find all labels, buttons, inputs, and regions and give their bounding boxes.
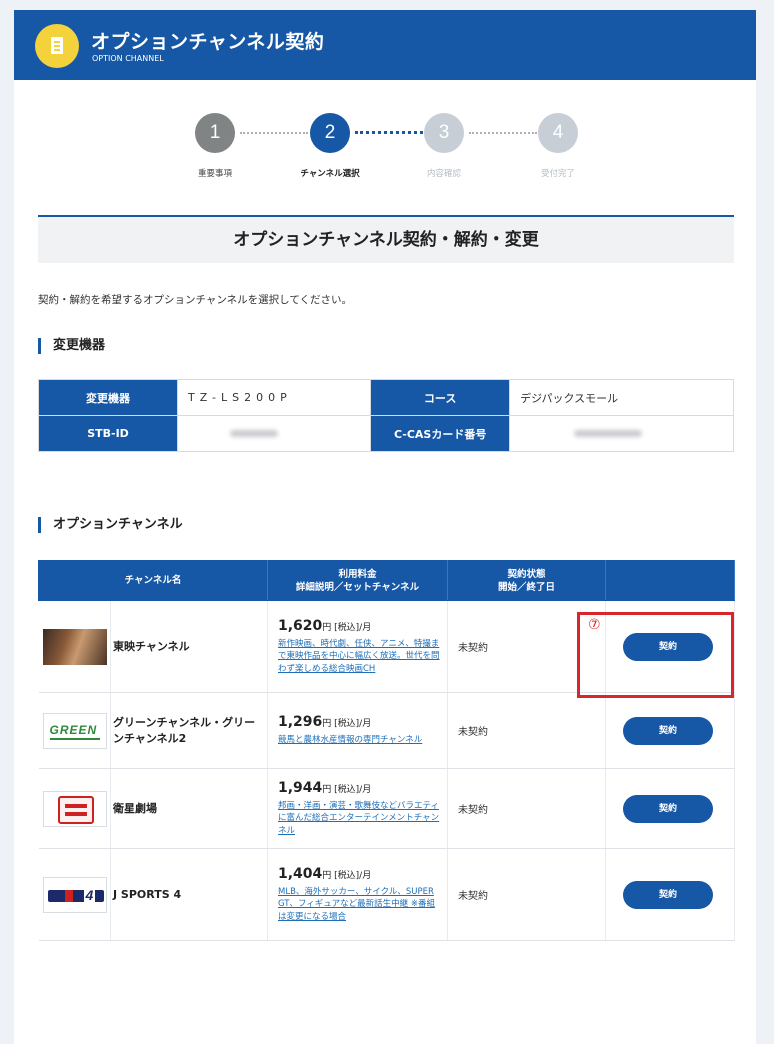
document-icon xyxy=(35,24,79,68)
price-unit: 円 [税込]/月 xyxy=(322,784,372,795)
instruction-text: 契約・解約を希望するオプションチャンネルを選択してください。 xyxy=(38,294,353,306)
contract-button[interactable]: 契約 xyxy=(623,880,713,909)
course-label: コース xyxy=(370,379,511,416)
progress-steps: 1 2 3 4 重要事項 チャンネル選択 内容確認 受付完了 xyxy=(14,113,756,183)
device-label: 変更機器 xyxy=(38,379,178,416)
channel-description-link[interactable]: 競馬と農林水産情報の専門チャンネル xyxy=(278,734,443,747)
green-channel-logo: GREEN xyxy=(42,712,107,749)
page-title-box: オプションチャンネル契約・解約・変更 xyxy=(38,215,734,263)
toei-channel-logo xyxy=(42,628,107,665)
channel-name: グリーンチャンネル・グリーンチャンネル2 xyxy=(113,715,256,745)
step-1-label: 重要事項 xyxy=(197,169,232,179)
price-unit: 円 [税込]/月 xyxy=(322,622,372,633)
col-status: 契約状態 開始／終了日 xyxy=(447,560,606,601)
table-row: 衛星劇場 1,944円 [税込]/月邦画・洋画・演芸・歌舞伎などバラエティに富ん… xyxy=(38,768,735,849)
col-channel-name: チャンネル名 xyxy=(38,560,268,601)
header-subtitle: OPTION CHANNEL xyxy=(92,54,164,63)
action-cell: 契約 xyxy=(605,600,735,693)
col-action xyxy=(605,560,735,601)
main-card: オプションチャンネル契約 OPTION CHANNEL 1 2 3 4 重要事項… xyxy=(14,10,756,1044)
device-value: TZ-LS200P xyxy=(176,379,372,416)
channel-name-cell: 東映チャンネル xyxy=(110,600,268,693)
channel-description-link[interactable]: MLB、海外サッカー、サイクル、SUPER GT、フィギュアなど最新話生中継 ※… xyxy=(278,886,443,924)
price-unit: 円 [税込]/月 xyxy=(322,870,372,881)
j-sports-logo-number: 4 xyxy=(83,886,96,903)
col-fee-line1: 利用料金 xyxy=(338,568,377,580)
step-2-circle: 2 xyxy=(310,113,350,153)
logo-cell xyxy=(38,600,111,693)
contract-status: 未契約 xyxy=(447,600,606,693)
channel-name: J SPORTS 4 xyxy=(113,887,182,901)
channel-name: 衛星劇場 xyxy=(113,801,157,815)
contract-status: 未契約 xyxy=(447,692,606,769)
device-table: 変更機器 TZ-LS200P コース デジパックスモール STB-ID C-CA… xyxy=(38,379,734,452)
action-cell: 契約 xyxy=(605,848,735,941)
col-status-line2: 開始／終了日 xyxy=(497,581,555,593)
j-sports-4-logo: 4 xyxy=(42,876,107,913)
stb-id-value xyxy=(176,415,372,452)
device-row: STB-ID C-CASカード番号 xyxy=(38,415,734,452)
channel-name-cell: 衛星劇場 xyxy=(110,768,268,849)
contract-button[interactable]: 契約 xyxy=(623,794,713,823)
channel-table-header: チャンネル名 利用料金 詳細説明／セットチャンネル 契約状態 開始／終了日 xyxy=(38,560,735,601)
step-connector xyxy=(469,132,537,134)
step-connector xyxy=(355,131,423,134)
price-cell: 1,944円 [税込]/月邦画・洋画・演芸・歌舞伎などバラエティに富んだ総合エン… xyxy=(267,768,448,849)
redacted-value xyxy=(230,430,278,437)
channel-section-heading: オプションチャンネル xyxy=(38,517,183,533)
eisei-gekijo-logo xyxy=(42,790,107,827)
price-unit: 円 [税込]/月 xyxy=(322,719,372,730)
step-4-circle: 4 xyxy=(538,113,578,153)
step-3-circle: 3 xyxy=(424,113,464,153)
price-amount: 1,404 xyxy=(278,865,323,882)
price-amount: 1,944 xyxy=(278,779,323,796)
channel-name-cell: グリーンチャンネル・グリーンチャンネル2 xyxy=(110,692,268,769)
step-2-label: チャンネル選択 xyxy=(300,169,360,179)
channel-description-link[interactable]: 邦画・洋画・演芸・歌舞伎などバラエティに富んだ総合エンターテインメントチャンネル xyxy=(278,800,443,838)
price-cell: 1,296円 [税込]/月競馬と農林水産情報の専門チャンネル xyxy=(267,692,448,769)
price-cell: 1,620円 [税込]/月新作映画、時代劇、任侠、アニメ、特撮まで東映作品を中心… xyxy=(267,600,448,693)
logo-cell: 4 xyxy=(38,848,111,941)
device-row: 変更機器 TZ-LS200P コース デジパックスモール xyxy=(38,379,734,416)
channel-name-cell: J SPORTS 4 xyxy=(110,848,268,941)
device-section-heading: 変更機器 xyxy=(38,338,105,354)
logo-cell xyxy=(38,768,111,849)
logo-cell: GREEN xyxy=(38,692,111,769)
green-logo-line xyxy=(49,737,100,740)
channel-description-link[interactable]: 新作映画、時代劇、任侠、アニメ、特撮まで東映作品を中心に幅広く放送。世代を問わず… xyxy=(278,638,443,676)
contract-button[interactable]: 契約 xyxy=(623,632,713,661)
course-value: デジパックスモール xyxy=(509,379,734,416)
col-status-line1: 契約状態 xyxy=(507,568,546,580)
channel-table: チャンネル名 利用料金 詳細説明／セットチャンネル 契約状態 開始／終了日 東映チャ… xyxy=(38,560,735,941)
stb-id-label: STB-ID xyxy=(38,415,178,452)
ccas-card-value xyxy=(509,415,734,452)
action-cell: 契約 xyxy=(605,692,735,769)
contract-status: 未契約 xyxy=(447,768,606,849)
green-logo-text: GREEN xyxy=(49,722,98,737)
page-title: オプションチャンネル契約・解約・変更 xyxy=(233,230,539,250)
step-connector xyxy=(240,132,308,134)
step-4-label: 受付完了 xyxy=(540,169,575,179)
redacted-value xyxy=(574,430,643,437)
channel-name: 東映チャンネル xyxy=(113,639,190,653)
step-3-label: 内容確認 xyxy=(426,169,461,179)
col-fee: 利用料金 詳細説明／セットチャンネル xyxy=(267,560,448,601)
table-row: GREEN グリーンチャンネル・グリーンチャンネル2 1,296円 [税込]/月… xyxy=(38,692,735,769)
price-amount: 1,620 xyxy=(278,617,323,634)
header-title: オプションチャンネル契約 xyxy=(91,31,325,53)
step-1-circle: 1 xyxy=(195,113,235,153)
price-cell: 1,404円 [税込]/月 MLB、海外サッカー、サイクル、SUPER GT、フィ… xyxy=(267,848,448,941)
price-amount: 1,296 xyxy=(278,714,323,731)
page-header: オプションチャンネル契約 OPTION CHANNEL xyxy=(14,10,756,80)
table-row: 東映チャンネル 1,620円 [税込]/月新作映画、時代劇、任侠、アニメ、特撮ま… xyxy=(38,600,735,693)
action-cell: 契約 xyxy=(605,768,735,849)
contract-status: 未契約 xyxy=(447,848,606,941)
eisei-logo-mark xyxy=(57,795,94,824)
table-row: 4 J SPORTS 4 1,404円 [税込]/月 MLB、海外サッカー、サイク… xyxy=(38,848,735,941)
ccas-card-label: C-CASカード番号 xyxy=(370,415,511,452)
contract-button[interactable]: 契約 xyxy=(623,716,713,745)
col-fee-line2: 詳細説明／セットチャンネル xyxy=(295,581,420,593)
